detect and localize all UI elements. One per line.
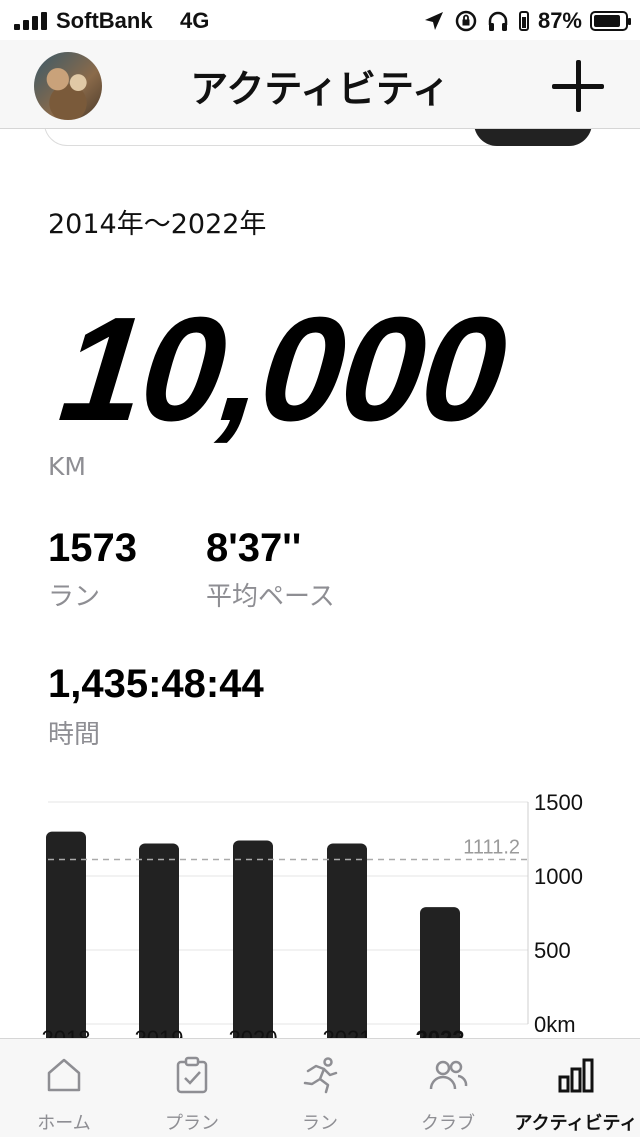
rotation-lock-icon <box>455 10 477 32</box>
y-tick-label: 1000 <box>534 864 583 889</box>
average-label: 1111.2 <box>463 837 520 859</box>
total-time: 1,435:48:44 <box>48 662 264 706</box>
date-range-label: 2014年〜2022年 <box>48 209 267 240</box>
total-time-label: 時間 <box>48 720 101 750</box>
page-title: アクティビティ <box>190 67 450 111</box>
total-distance: 10,000 <box>53 287 512 452</box>
carrier-label: SoftBank <box>56 8 153 33</box>
home-icon <box>47 1058 81 1092</box>
avg-pace-label: 平均ペース <box>206 582 335 612</box>
runs-label: ラン <box>48 582 101 612</box>
y-tick-label: 500 <box>534 938 571 963</box>
status-bar: SoftBank 4G 87% <box>0 0 640 40</box>
battery-small-icon <box>518 11 529 31</box>
tab-plan[interactable]: プラン <box>128 1039 256 1137</box>
battery-icon <box>590 11 631 31</box>
network-label: 4G <box>180 8 210 33</box>
bar-chart-icon <box>558 1058 594 1093</box>
location-arrow-icon <box>424 12 443 30</box>
bar <box>46 831 86 1040</box>
tab-label-run: ラン <box>302 1113 338 1134</box>
yearly-distance-chart[interactable]: 0km500100015002018 2019 2020 2021 20221111.2 <box>0 780 640 1040</box>
tab-label-activity: アクティビティ <box>514 1113 638 1134</box>
tab-label-home: ホーム <box>37 1113 91 1134</box>
clipboard-check-icon <box>176 1056 208 1094</box>
bar <box>233 840 273 1040</box>
y-tick-label: 0km <box>534 1012 576 1037</box>
tab-run[interactable]: ラン <box>256 1039 384 1137</box>
distance-unit: KM <box>48 452 86 481</box>
tab-label-plan: プラン <box>165 1113 219 1134</box>
add-activity-button[interactable] <box>552 60 604 112</box>
signal-icon <box>14 12 50 30</box>
tab-club[interactable]: クラブ <box>384 1039 512 1137</box>
runs-count: 1573 <box>48 526 137 570</box>
battery-percent: 87% <box>537 8 582 33</box>
y-tick-label: 1500 <box>534 790 583 815</box>
people-icon <box>429 1060 468 1090</box>
tab-label-club: クラブ <box>421 1113 475 1134</box>
bar <box>420 907 460 1040</box>
tab-bar: ホーム プラン ラン クラブ アクティビティ <box>0 1038 640 1137</box>
runner-icon <box>303 1057 338 1094</box>
avg-pace: 8'37'' <box>206 526 302 570</box>
tab-activity[interactable]: アクティビティ <box>512 1039 640 1137</box>
bar <box>327 843 367 1040</box>
bar <box>139 843 179 1040</box>
headphones-icon <box>488 11 508 31</box>
status-right: 87% <box>422 8 631 34</box>
tab-home[interactable]: ホーム <box>0 1039 128 1137</box>
nav-bar: アクティビティ <box>0 40 640 129</box>
